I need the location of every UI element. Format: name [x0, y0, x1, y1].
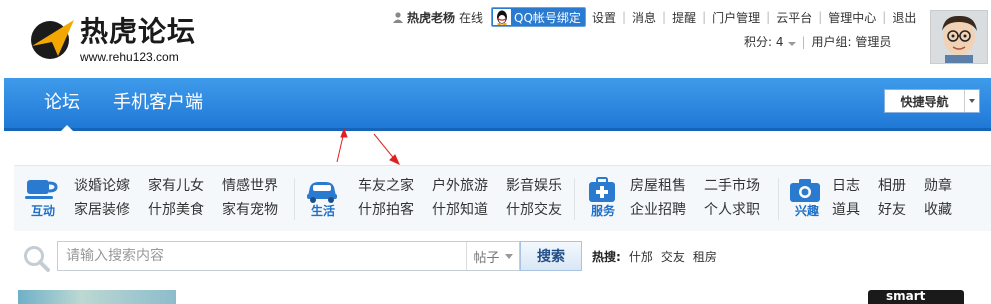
search-box: 帖子: [57, 241, 520, 271]
category-link[interactable]: 日志: [832, 176, 860, 196]
category-link[interactable]: 好友: [878, 200, 906, 220]
category-link[interactable]: 企业招聘: [630, 200, 686, 220]
points-label: 积分: 4: [744, 35, 784, 49]
divider: |: [621, 10, 626, 24]
car-icon: [307, 182, 337, 203]
category-links: 日志 相册 勋章 道具 好友 收藏: [832, 176, 952, 220]
header: 热虎论坛 www.rehu123.com 热虎老杨 在线 QQ帐号绑定 设置 | …: [0, 0, 991, 78]
category-link[interactable]: 相册: [878, 176, 906, 196]
avatar-cartoon-icon: [931, 11, 987, 63]
camera-icon: [790, 179, 820, 202]
divider: [574, 178, 575, 220]
category-link[interactable]: 什邡交友: [506, 200, 562, 220]
divider: |: [662, 10, 667, 24]
hot-search: 热搜: 什邡 交友 租房: [592, 248, 725, 265]
hot-search-label: 热搜:: [592, 250, 621, 264]
banner-image[interactable]: [18, 290, 176, 304]
category-link[interactable]: 收藏: [924, 200, 952, 220]
category-label: 互动: [30, 204, 55, 218]
category-link[interactable]: 家有儿女: [148, 176, 204, 196]
chevron-down-icon: [964, 90, 979, 112]
category-bar: 互动 谈婚论嫁 家有儿女 情感世界 家居装修 什邡美食 家有宠物 生活 车友之家…: [14, 165, 991, 233]
hot-keyword[interactable]: 什邡: [629, 248, 653, 265]
divider: |: [702, 10, 707, 24]
search-button[interactable]: 搜索: [520, 241, 582, 271]
category-link[interactable]: 什邡美食: [148, 200, 204, 220]
username-link[interactable]: 热虎老杨: [407, 9, 455, 26]
category-link[interactable]: 家有宠物: [222, 200, 278, 220]
user-icon: [393, 11, 403, 23]
search-input[interactable]: [58, 242, 484, 270]
blank-area: [0, 131, 991, 165]
quick-nav-label: 快捷导航: [900, 94, 949, 109]
category-links: 房屋租售 二手市场 企业招聘 个人求职: [630, 176, 760, 220]
coffee-cup-icon: [25, 180, 58, 199]
ad-text: smart: [886, 290, 926, 303]
nav-messages-link[interactable]: 消息: [632, 9, 656, 26]
nav-reminders-link[interactable]: 提醒: [672, 9, 696, 26]
divider: [778, 178, 779, 220]
main-nav: 论坛 手机客户端 快捷导航: [4, 78, 991, 131]
category-link[interactable]: 二手市场: [704, 176, 760, 196]
hot-keyword[interactable]: 租房: [693, 248, 717, 265]
category-link[interactable]: 勋章: [924, 176, 952, 196]
qq-bind-label: QQ帐号绑定: [514, 10, 581, 25]
nav-admin-center-link[interactable]: 管理中心: [828, 9, 876, 26]
divider: [294, 178, 295, 220]
nav-portal-admin-link[interactable]: 门户管理: [712, 9, 760, 26]
user-nav: 热虎老杨 在线 QQ帐号绑定 设置 | 消息 | 提醒 | 门户管理 | 云平台 | 管理…: [393, 7, 916, 27]
logo-title: 热虎论坛: [80, 15, 197, 48]
points-dropdown[interactable]: 积分: 4: [744, 33, 796, 50]
nav-logout-link[interactable]: 退出: [892, 9, 916, 26]
category-link[interactable]: 影音娱乐: [506, 176, 562, 196]
category-link[interactable]: 道具: [832, 200, 860, 220]
category-label: 生活: [310, 204, 335, 218]
smart-ad-banner[interactable]: smart: [868, 290, 964, 304]
divider: |: [818, 10, 823, 24]
category-link[interactable]: 车友之家: [358, 176, 414, 196]
chevron-down-icon: [787, 42, 796, 46]
category-label: 服务: [590, 204, 615, 218]
nav-cloud-platform-link[interactable]: 云平台: [776, 9, 812, 26]
divider: |: [882, 10, 887, 24]
medical-kit-icon: [589, 177, 615, 202]
search-type-value: 帖子: [473, 250, 500, 266]
hot-keyword[interactable]: 交友: [661, 248, 685, 265]
category-label: 兴趣: [794, 204, 819, 218]
tab-forum[interactable]: 论坛: [44, 91, 80, 115]
category-link[interactable]: 谈婚论嫁: [74, 176, 130, 196]
logo-url: www.rehu123.com: [80, 50, 179, 64]
chevron-down-icon: [504, 253, 513, 259]
category-link[interactable]: 情感世界: [222, 176, 278, 196]
category-link[interactable]: 房屋租售: [630, 176, 686, 196]
site-logo[interactable]: 热虎论坛 www.rehu123.com: [28, 14, 208, 66]
category-link[interactable]: 个人求职: [704, 200, 760, 220]
search-type-select[interactable]: 帖子: [466, 242, 519, 270]
category-links: 车友之家 户外旅游 影音娱乐 什邡拍客 什邡知道 什邡交友: [358, 176, 562, 220]
category-link[interactable]: 什邡拍客: [358, 200, 414, 220]
avatar[interactable]: [930, 10, 988, 64]
tab-mobile-client[interactable]: 手机客户端: [113, 91, 203, 115]
qq-bind-button[interactable]: QQ帐号绑定: [491, 7, 586, 27]
quick-nav-button[interactable]: 快捷导航: [884, 89, 980, 113]
divider: |: [766, 10, 771, 24]
usergroup-link[interactable]: 用户组: 管理员: [812, 33, 892, 50]
category-link[interactable]: 家居装修: [74, 200, 130, 220]
qq-penguin-icon: [493, 9, 512, 25]
logo-mark-icon: [31, 20, 74, 59]
category-link[interactable]: 户外旅游: [432, 176, 488, 196]
nav-settings-link[interactable]: 设置: [592, 9, 616, 26]
divider: |: [801, 34, 806, 49]
user-info-row: 积分: 4 | 用户组: 管理员: [744, 33, 891, 50]
category-links: 谈婚论嫁 家有儿女 情感世界 家居装修 什邡美食 家有宠物: [74, 176, 278, 220]
category-link[interactable]: 什邡知道: [432, 200, 488, 220]
search-icon: [24, 246, 50, 272]
search-bar: 帖子 搜索 热搜: 什邡 交友 租房: [14, 231, 991, 283]
online-status: 在线: [459, 10, 484, 25]
